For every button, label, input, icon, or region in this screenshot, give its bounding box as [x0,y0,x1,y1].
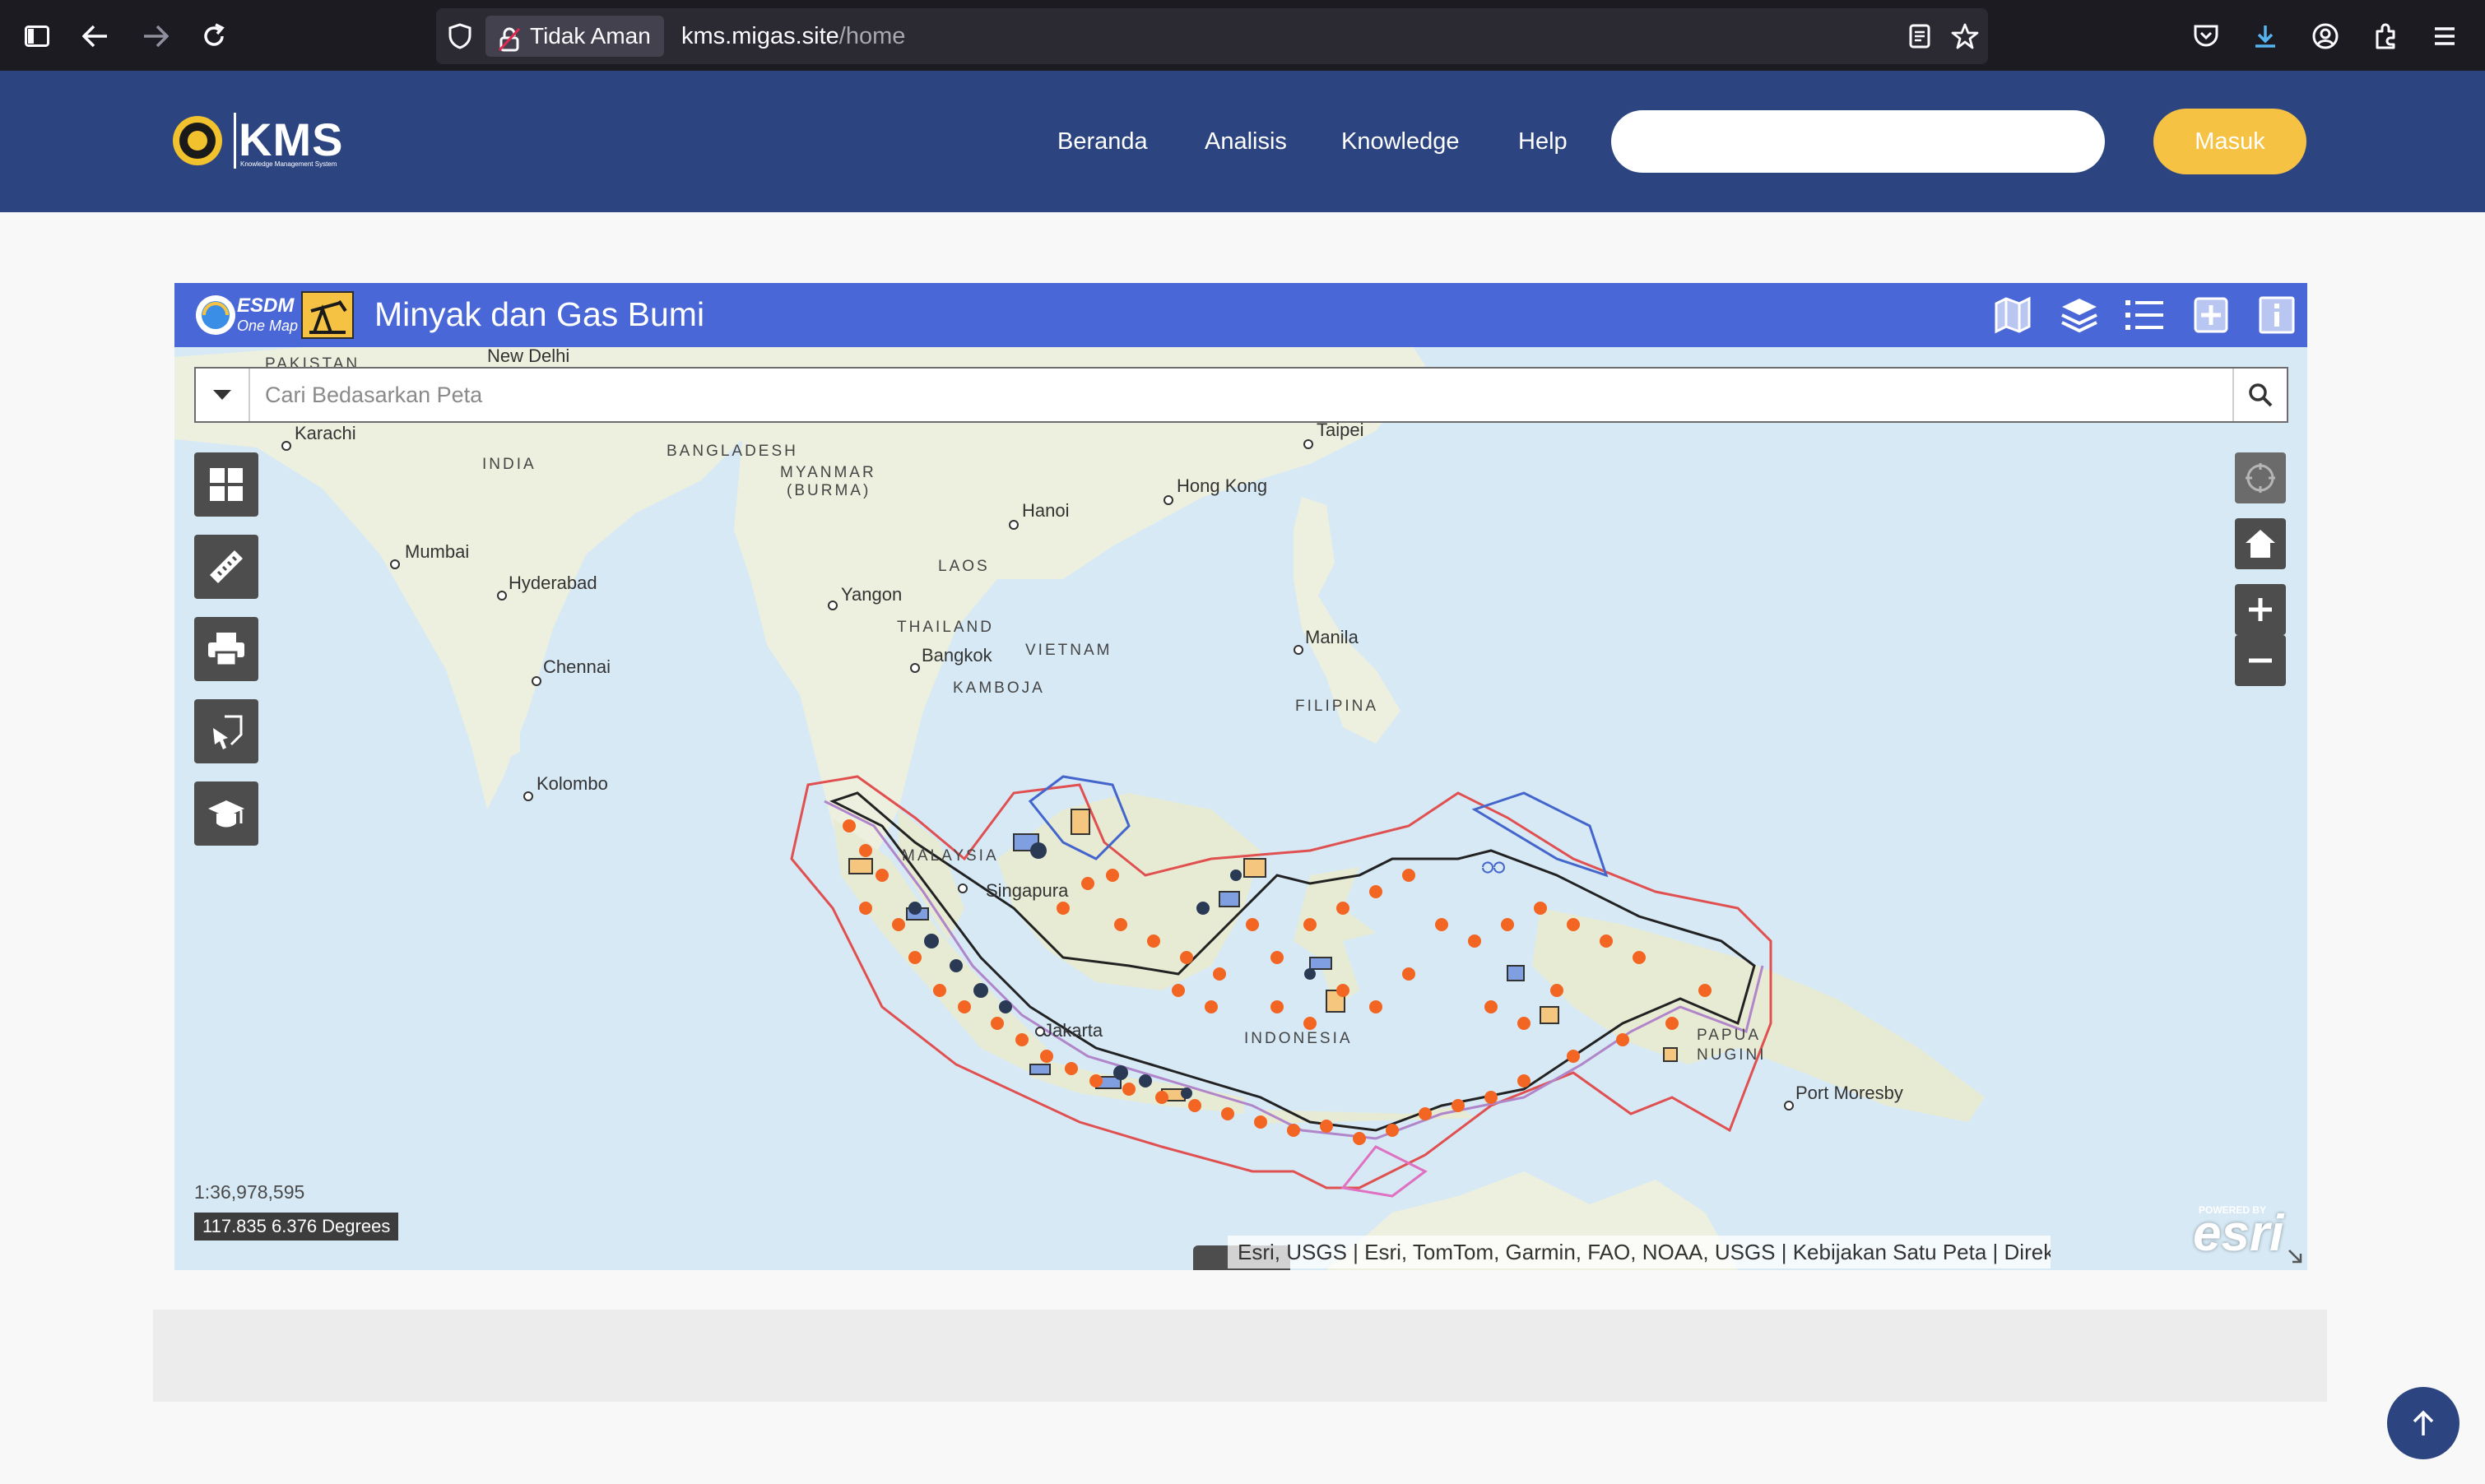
search-icon[interactable] [2232,369,2287,421]
kms-logo[interactable]: KMS Knowledge Management System [173,109,354,172]
pocket-icon[interactable] [2187,17,2225,55]
label-manila: Manila [1305,627,1359,647]
label-indonesia: INDONESIA [1244,1030,1353,1047]
basemap-icon[interactable] [1989,291,2037,339]
label-hong-kong: Hong Kong [1177,475,1268,496]
bookmark-star-icon[interactable] [1946,17,1984,55]
oil-pump-icon [301,291,354,339]
label-vietnam: VIETNAM [1025,642,1112,659]
map-attribution[interactable]: Esri, USGS | Esri, TomTom, Garmin, FAO, … [1228,1236,2051,1268]
label-filipina: FILIPINA [1295,698,1379,715]
label-port-moresby: Port Moresby [1795,1083,1903,1103]
zoom-in-icon[interactable] [2235,584,2286,635]
zoom-out-icon[interactable] [2235,635,2286,686]
label-yangon: Yangon [841,584,903,605]
url-domain: kms.migas.site [681,23,839,49]
home-icon[interactable] [2235,518,2286,569]
label-jakarta: Jakarta [1043,1020,1103,1041]
label-kamboja: KAMBOJA [953,679,1045,697]
tracking-shield-icon[interactable] [441,17,479,55]
account-icon[interactable] [2306,17,2344,55]
logo-text: KMS [239,114,344,165]
esdm-brand-text: ESDM [237,294,295,317]
url-text[interactable]: kms.migas.site/home [681,8,905,64]
legend-list-icon[interactable] [2120,291,2168,339]
label-bangkok: Bangkok [922,645,992,665]
address-bar[interactable]: Tidak Aman kms.migas.site/home [436,8,1988,64]
label-laos: LAOS [938,558,990,575]
nav-help[interactable]: Help [1518,128,1568,155]
nav-analisis[interactable]: Analisis [1205,128,1287,155]
coordinate-readout: 117.835 6.376 Degrees [194,1213,399,1241]
logo-subtext: Knowledge Management System [240,160,337,168]
info-icon[interactable] [2253,291,2301,339]
add-data-icon[interactable] [2187,291,2235,339]
esdm-brand-subtext: One Map [237,318,299,334]
content-placeholder [153,1310,2327,1402]
nav-knowledge[interactable]: Knowledge [1341,128,1460,155]
login-button[interactable]: Masuk [2153,109,2306,174]
education-icon[interactable] [194,781,258,846]
label-new-delhi: New Delhi [487,345,570,366]
label-hanoi: Hanoi [1022,500,1070,521]
reader-view-icon[interactable] [1901,17,1939,55]
map-viewer[interactable]: PAKISTAN New Delhi Karachi INDIA BANGLAD… [174,283,2307,1270]
app-menu-icon[interactable] [2426,17,2464,55]
arrow-up-icon [2413,1410,2434,1435]
locate-icon[interactable] [2235,452,2286,503]
label-bangladesh: BANGLADESH [667,443,798,460]
label-kolombo: Kolombo [536,773,608,794]
site-header: KMS Knowledge Management System Beranda … [0,71,2485,212]
map-titlebar: ESDM One Map Minyak dan Gas Bumi [174,283,2307,347]
connection-insecure-badge[interactable]: Tidak Aman [485,16,664,57]
nav-beranda[interactable]: Beranda [1057,128,1148,155]
search-source-dropdown[interactable] [196,369,250,421]
label-karachi: Karachi [295,423,356,443]
label-chennai: Chennai [543,656,611,677]
back-icon[interactable] [77,17,114,55]
label-myanmar: MYANMAR [780,464,876,481]
map-scale: 1:36,978,595 [194,1181,305,1203]
label-nugini: NUGINI [1697,1046,1767,1064]
map-search-bar: Cari Bedasarkan Peta [194,367,2288,423]
label-burma: (BURMA) [787,482,871,499]
map-title: Minyak dan Gas Bumi [374,295,705,333]
downloads-icon[interactable] [2246,17,2284,55]
reload-icon[interactable] [195,17,233,55]
measure-ruler-icon[interactable] [194,535,258,599]
label-india: INDIA [482,456,536,473]
forward-icon[interactable] [137,17,174,55]
draw-icon[interactable] [194,699,258,763]
resize-corner-icon[interactable] [2286,1247,2304,1265]
insecure-lock-icon [498,24,521,52]
url-path: /home [838,23,906,49]
label-singapura: Singapura [986,880,1069,901]
label-malaysia: MALAYSIA [902,847,999,865]
scroll-to-top-button[interactable] [2387,1387,2459,1459]
sidebar-toggle-icon[interactable] [18,17,56,55]
label-thailand: THAILAND [897,619,994,636]
esri-logo[interactable]: esri [2193,1204,2283,1263]
extensions-icon[interactable] [2367,17,2404,55]
grid-icon[interactable] [194,452,258,517]
browser-toolbar: Tidak Aman kms.migas.site/home [0,0,2485,71]
label-mumbai: Mumbai [405,541,470,562]
basemap[interactable] [174,283,2307,1270]
insecure-label: Tidak Aman [530,23,651,49]
esdm-one-map-logo: ESDM One Map [193,291,300,339]
label-hyderabad: Hyderabad [509,573,597,593]
print-icon[interactable] [194,617,258,681]
layers-icon[interactable] [2055,291,2103,339]
map-search-input[interactable]: Cari Bedasarkan Peta [265,369,482,421]
site-search-input[interactable] [1611,110,2105,173]
label-papua: PAPUA [1697,1027,1762,1044]
